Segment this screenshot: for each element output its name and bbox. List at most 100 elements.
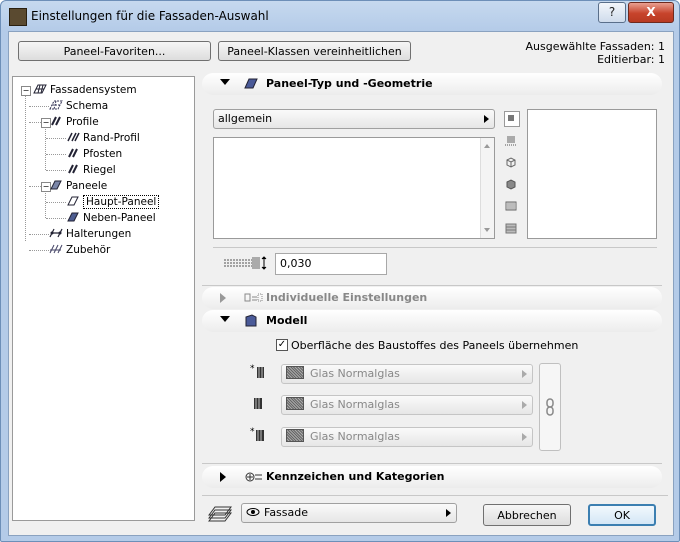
section-tags-header[interactable]: Kennzeichen und Kategorien <box>202 466 662 488</box>
chain-link-icon <box>544 398 556 416</box>
cancel-button[interactable]: Abbrechen <box>483 504 571 526</box>
panel-type-list[interactable] <box>213 137 495 239</box>
divider <box>213 247 657 248</box>
view-wireframe-button[interactable] <box>504 111 520 127</box>
thickness-input[interactable]: 0,030 <box>275 253 387 275</box>
section-individual-header[interactable]: Individuelle Einstellungen <box>202 287 662 309</box>
section-geometry-header[interactable]: Paneel-Typ und -Geometrie <box>202 73 662 95</box>
tree-item-neben-paneel[interactable]: Neben-Paneel <box>66 211 156 226</box>
panel-type-icon <box>244 77 258 90</box>
override-surface-label: Oberfläche des Baustoffes des Paneels üb… <box>291 339 579 352</box>
editable-count: Editierbar: 1 <box>597 53 665 66</box>
tree-label: Halterungen <box>66 228 132 240</box>
scroll-up-icon[interactable] <box>484 144 490 148</box>
divider <box>202 285 662 286</box>
profile-icon <box>49 116 63 126</box>
section-model-header[interactable]: Modell <box>202 310 662 332</box>
section-title: Kennzeichen und Kategorien <box>266 470 445 483</box>
surface-edge-dropdown[interactable]: Glas Normalglas <box>281 395 533 415</box>
settings-panel: Paneel-Typ und -Geometrie allgemein 0,03… <box>202 71 662 516</box>
surface-back-dropdown[interactable]: Glas Normalglas <box>281 427 533 447</box>
panel-type-dropdown[interactable]: allgemein <box>213 109 495 129</box>
panels-icon <box>49 180 63 190</box>
view-3d-box-icon[interactable] <box>504 155 518 169</box>
divider <box>202 495 668 496</box>
view-3d-solid-icon[interactable] <box>504 177 518 191</box>
collapse-triangle-icon <box>220 316 230 322</box>
app-icon <box>9 8 27 26</box>
accessories-icon <box>49 244 63 254</box>
tree-item-pfosten[interactable]: Pfosten <box>66 147 122 162</box>
ok-button[interactable]: OK <box>588 504 656 526</box>
section-title: Paneel-Typ und -Geometrie <box>266 77 433 90</box>
dropdown-value: Fassade <box>264 506 309 519</box>
list-scrollbar[interactable] <box>480 138 494 238</box>
dropdown-arrow-icon <box>522 370 527 378</box>
title-bar: Einstellungen für die Fassaden-Auswahl ?… <box>1 1 679 31</box>
thickness-icon <box>222 256 270 270</box>
tree-label: Pfosten <box>83 148 123 160</box>
selected-count: Ausgewählte Fassaden: 1 <box>525 40 665 53</box>
view-hatch-icon[interactable] <box>504 199 518 213</box>
layer-icon <box>207 506 233 522</box>
dropdown-value: Glas Normalglas <box>310 367 400 380</box>
schema-grid-icon <box>49 100 63 110</box>
tree-item-fassadensystem[interactable]: Fassadensystem <box>33 83 137 98</box>
eye-icon <box>246 504 260 516</box>
collapse-triangle-icon <box>220 79 230 85</box>
tree-label: Rand-Profil <box>83 132 140 144</box>
tree-item-profile[interactable]: Profile <box>49 115 99 130</box>
junctions-icon <box>49 228 63 238</box>
surface-back-icon: * <box>250 427 266 443</box>
dropdown-value: Glas Normalglas <box>310 398 400 411</box>
section-title: Modell <box>266 314 308 327</box>
tree-item-zubehoer[interactable]: Zubehör <box>49 243 110 258</box>
tree-label: Riegel <box>83 164 116 176</box>
material-swatch-icon <box>286 366 304 379</box>
panel-favorites-button[interactable]: Paneel-Favoriten... <box>18 41 211 61</box>
tree-item-paneele[interactable]: Paneele <box>49 179 107 194</box>
curtain-wall-icon <box>33 84 47 94</box>
dialog-window: Einstellungen für die Fassaden-Auswahl ?… <box>0 0 680 542</box>
tree-item-halterungen[interactable]: Halterungen <box>49 227 131 242</box>
tree-label: Neben-Paneel <box>83 212 156 224</box>
tree-label: Profile <box>66 116 99 128</box>
surface-front-dropdown[interactable]: Glas Normalglas <box>281 364 533 384</box>
surface-front-icon: * <box>250 364 266 380</box>
tree-item-haupt-paneel[interactable]: Haupt-Paneel <box>66 195 160 210</box>
link-surfaces-button[interactable] <box>539 363 561 451</box>
unify-panel-classes-button[interactable]: Paneel-Klassen vereinheitlichen <box>218 41 411 61</box>
tree-item-schema[interactable]: Schema <box>49 99 108 114</box>
tree-item-riegel[interactable]: Riegel <box>66 163 116 178</box>
override-surface-checkbox[interactable]: ✓ <box>276 339 288 351</box>
material-swatch-icon <box>286 429 304 442</box>
collapse-root-toggle[interactable]: − <box>21 86 31 96</box>
material-swatch-icon <box>286 397 304 410</box>
scroll-down-icon[interactable] <box>484 228 490 232</box>
tree-item-rand-profil[interactable]: Rand-Profil <box>66 131 140 146</box>
help-button[interactable]: ? <box>598 2 626 23</box>
close-button[interactable]: X <box>628 2 674 23</box>
dropdown-arrow-icon <box>484 115 489 123</box>
expand-triangle-icon <box>220 293 226 303</box>
square-icon <box>508 115 514 121</box>
dialog-body: Paneel-Favoriten... Paneel-Klassen verei… <box>8 31 674 536</box>
view-plan-icon[interactable] <box>504 133 518 147</box>
svg-text:*: * <box>250 427 255 437</box>
secondary-panel-icon <box>66 212 80 222</box>
dropdown-arrow-icon <box>522 401 527 409</box>
divider <box>202 463 662 464</box>
individual-settings-icon <box>244 291 263 304</box>
layer-dropdown[interactable]: Fassade <box>241 503 457 523</box>
expand-triangle-icon <box>220 472 226 482</box>
tree-label: Zubehör <box>66 244 111 256</box>
dropdown-arrow-icon <box>446 509 451 517</box>
view-texture-icon[interactable] <box>504 221 518 235</box>
dropdown-arrow-icon <box>522 433 527 441</box>
tags-icon <box>244 470 262 483</box>
settings-tree: − Fassadensystem Schema − Profile Rand-P… <box>12 76 195 521</box>
preview-window <box>527 109 657 239</box>
tree-label-selected: Haupt-Paneel <box>83 195 160 209</box>
svg-text:*: * <box>250 364 255 374</box>
tree-label: Fassadensystem <box>50 84 137 96</box>
